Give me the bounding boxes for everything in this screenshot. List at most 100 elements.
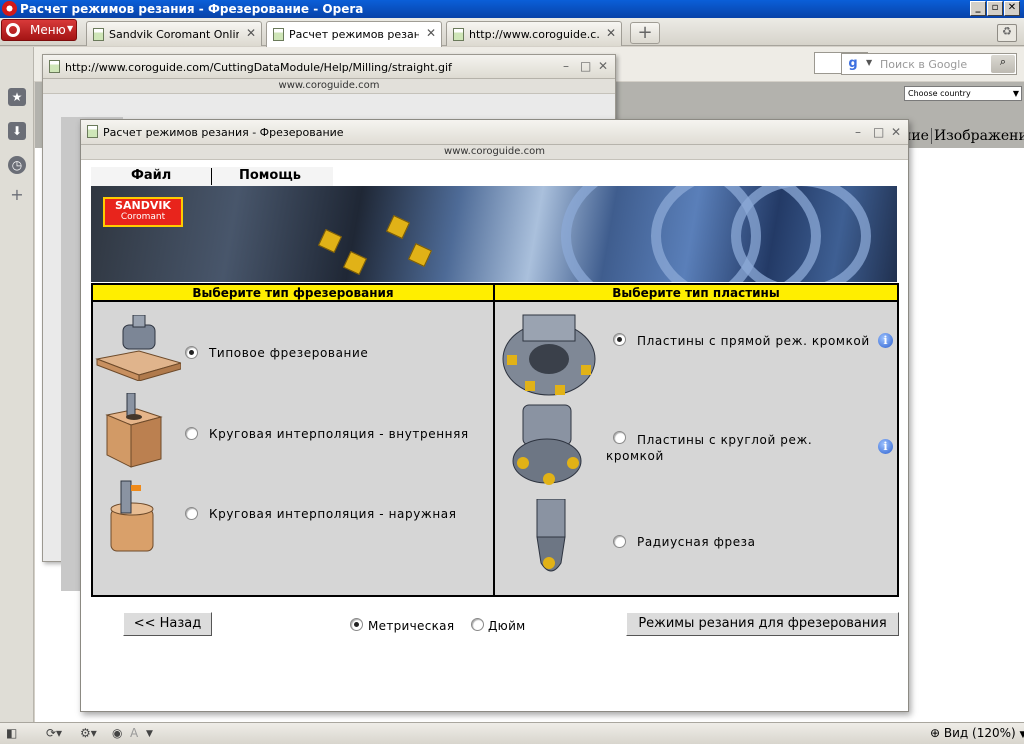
panel-toggle-icon[interactable]: ◧ — [6, 726, 17, 740]
close-icon[interactable]: ✕ — [891, 125, 901, 139]
popup-title: Расчет режимов резания - Фрезерование — [103, 126, 344, 139]
close-icon[interactable]: ✕ — [598, 59, 608, 73]
milling-option-typical-radio[interactable] — [185, 346, 198, 359]
insert-option-round-radio[interactable] — [613, 431, 626, 444]
insert-option-round-label[interactable]: Пластины с круглой реж. — [637, 433, 812, 447]
zoom-icon: ⊕ — [930, 726, 941, 740]
search-box[interactable]: g ▼ Поиск в Google ⌕ — [841, 53, 1017, 75]
chevron-down-icon[interactable]: ▼ — [866, 58, 872, 67]
sidebar-panel: ★ ⬇ ◷ + — [0, 47, 34, 722]
fit-width-label[interactable]: A — [130, 726, 138, 740]
popup-title: http://www.coroguide.com/CuttingDataModu… — [65, 61, 452, 74]
back-button[interactable]: << Назад — [123, 612, 212, 636]
app-menubar: Файл Помощь — [91, 167, 333, 186]
page-icon — [273, 28, 284, 41]
bookmarks-icon[interactable]: ★ — [8, 88, 26, 106]
minimize-icon[interactable]: – — [855, 125, 861, 139]
chevron-down-icon[interactable]: ▼ — [146, 729, 153, 739]
close-window-button[interactable]: ✕ — [1004, 1, 1020, 16]
close-tab-icon[interactable]: ✕ — [426, 26, 436, 40]
logo-sub: Coromant — [120, 212, 166, 222]
minimize-icon[interactable]: – — [563, 59, 569, 73]
tab-label: http://www.coroguide.c… — [469, 28, 599, 41]
menu-help[interactable]: Помощь — [239, 168, 301, 183]
units-metric-radio[interactable] — [350, 618, 363, 631]
tab-milling[interactable]: Расчет режимов резан… ✕ — [266, 21, 442, 47]
insert-option-round-label-cont[interactable]: кромкой — [606, 449, 664, 463]
page-icon — [87, 125, 98, 138]
country-select-label: Choose country — [908, 89, 971, 98]
milling-calculator-window: Расчет режимов резания - Фрезерование – … — [80, 119, 909, 712]
menu-separator — [211, 168, 212, 185]
popup-titlebar: Расчет режимов резания - Фрезерование – … — [81, 120, 908, 145]
chevron-down-icon: ▼ — [1012, 89, 1019, 98]
insert-option-ball-radio[interactable] — [613, 535, 626, 548]
insert-option-straight-radio[interactable] — [613, 333, 626, 346]
tab-label: Расчет режимов резан… — [289, 28, 419, 41]
insert-graphic — [318, 229, 342, 253]
page-icon — [453, 28, 464, 41]
sandvik-logo: SANDVIK Coromant — [103, 197, 183, 227]
milling-option-external-radio[interactable] — [185, 507, 198, 520]
search-button[interactable]: ⌕ — [991, 55, 1015, 73]
country-select[interactable]: Choose country ▼ — [904, 86, 1022, 101]
info-icon[interactable]: i — [878, 333, 893, 348]
add-panel-icon[interactable]: + — [8, 186, 26, 204]
tab-bar: Меню ▼ Sandvik Coromant Onlin… ✕ Расчет … — [0, 18, 1024, 47]
turbo-icon[interactable]: ◉ — [112, 726, 122, 740]
opera-logo-icon — [2, 1, 17, 16]
unite-icon[interactable]: ⚙▾ — [80, 726, 97, 740]
logo-brand: SANDVIK — [115, 199, 171, 212]
chevron-down-icon: ▼ — [67, 24, 74, 33]
round-insert-cutter-icon — [512, 404, 582, 485]
external-interpolation-icon — [110, 480, 154, 552]
units-inch-radio[interactable] — [471, 618, 484, 631]
insert-option-straight-label[interactable]: Пластины с прямой реж. кромкой — [637, 334, 870, 348]
units-metric-label[interactable]: Метрическая — [368, 619, 454, 633]
milling-option-external-label[interactable]: Круговая интерполяция - наружная — [209, 507, 457, 521]
tab-label: Sandvik Coromant Onlin… — [109, 28, 239, 41]
search-placeholder[interactable]: Поиск в Google — [880, 58, 967, 71]
info-icon[interactable]: i — [878, 439, 893, 454]
zoom-control[interactable]: ⊕ Вид (120%) ▼ — [930, 726, 1024, 740]
milling-option-internal-label[interactable]: Круговая интерполяция - внутренняя — [209, 427, 469, 441]
insert-option-ball-label[interactable]: Радиусная фреза — [637, 535, 756, 549]
close-tab-icon[interactable]: ✕ — [246, 26, 256, 40]
square-insert-cutter-icon — [502, 314, 596, 396]
insert-graphic — [343, 251, 367, 275]
ball-nose-cutter-icon — [536, 499, 566, 572]
header-banner: SANDVIK Coromant — [91, 186, 897, 282]
milling-option-internal-radio[interactable] — [185, 427, 198, 440]
bg-menu-item-images[interactable]: Изображение — [930, 128, 1024, 144]
chevron-down-icon: ▼ — [1019, 730, 1024, 740]
maximize-button[interactable]: ▫ — [987, 1, 1003, 16]
maximize-icon[interactable]: □ — [580, 59, 591, 73]
status-bar: ◧ ⟳▾ ⚙▾ ◉ A ▼ ⊕ Вид (120%) ▼ — [0, 722, 1024, 744]
page-icon — [93, 28, 104, 41]
units-inch-label[interactable]: Дюйм — [488, 619, 526, 633]
tab-coroguide[interactable]: http://www.coroguide.c… ✕ — [446, 21, 622, 46]
tool-ring-graphic — [731, 186, 871, 282]
downloads-icon[interactable]: ⬇ — [8, 122, 26, 140]
menu-file[interactable]: Файл — [131, 168, 171, 183]
trash-icon[interactable]: ♻ — [997, 24, 1017, 42]
window-titlebar: Расчет режимов резания - Фрезерование - … — [0, 0, 1024, 18]
google-icon: g — [848, 56, 858, 71]
tab-sandvik[interactable]: Sandvik Coromant Onlin… ✕ — [86, 21, 262, 46]
opera-menu-button[interactable]: Меню ▼ — [1, 19, 77, 41]
window-title: Расчет режимов резания - Фрезерование - … — [20, 2, 364, 16]
history-icon[interactable]: ◷ — [8, 156, 26, 174]
milling-option-typical-label[interactable]: Типовое фрезерование — [209, 346, 368, 360]
close-tab-icon[interactable]: ✕ — [606, 26, 616, 40]
cutting-data-button[interactable]: Режимы резания для фрезерования — [626, 612, 899, 636]
new-tab-button[interactable]: + — [630, 22, 660, 44]
maximize-icon[interactable]: □ — [873, 125, 884, 139]
sync-icon[interactable]: ⟳▾ — [46, 726, 62, 740]
milling-type-header: Выберите тип фрезерования — [93, 285, 493, 302]
insert-graphic — [386, 215, 410, 239]
minimize-button[interactable]: _ — [970, 1, 986, 16]
milling-type-panel: Выберите тип фрезерования Типовое фрезер… — [91, 283, 495, 597]
face-milling-icon — [95, 315, 181, 381]
menu-label: Меню — [30, 23, 66, 37]
page-icon — [49, 60, 60, 73]
